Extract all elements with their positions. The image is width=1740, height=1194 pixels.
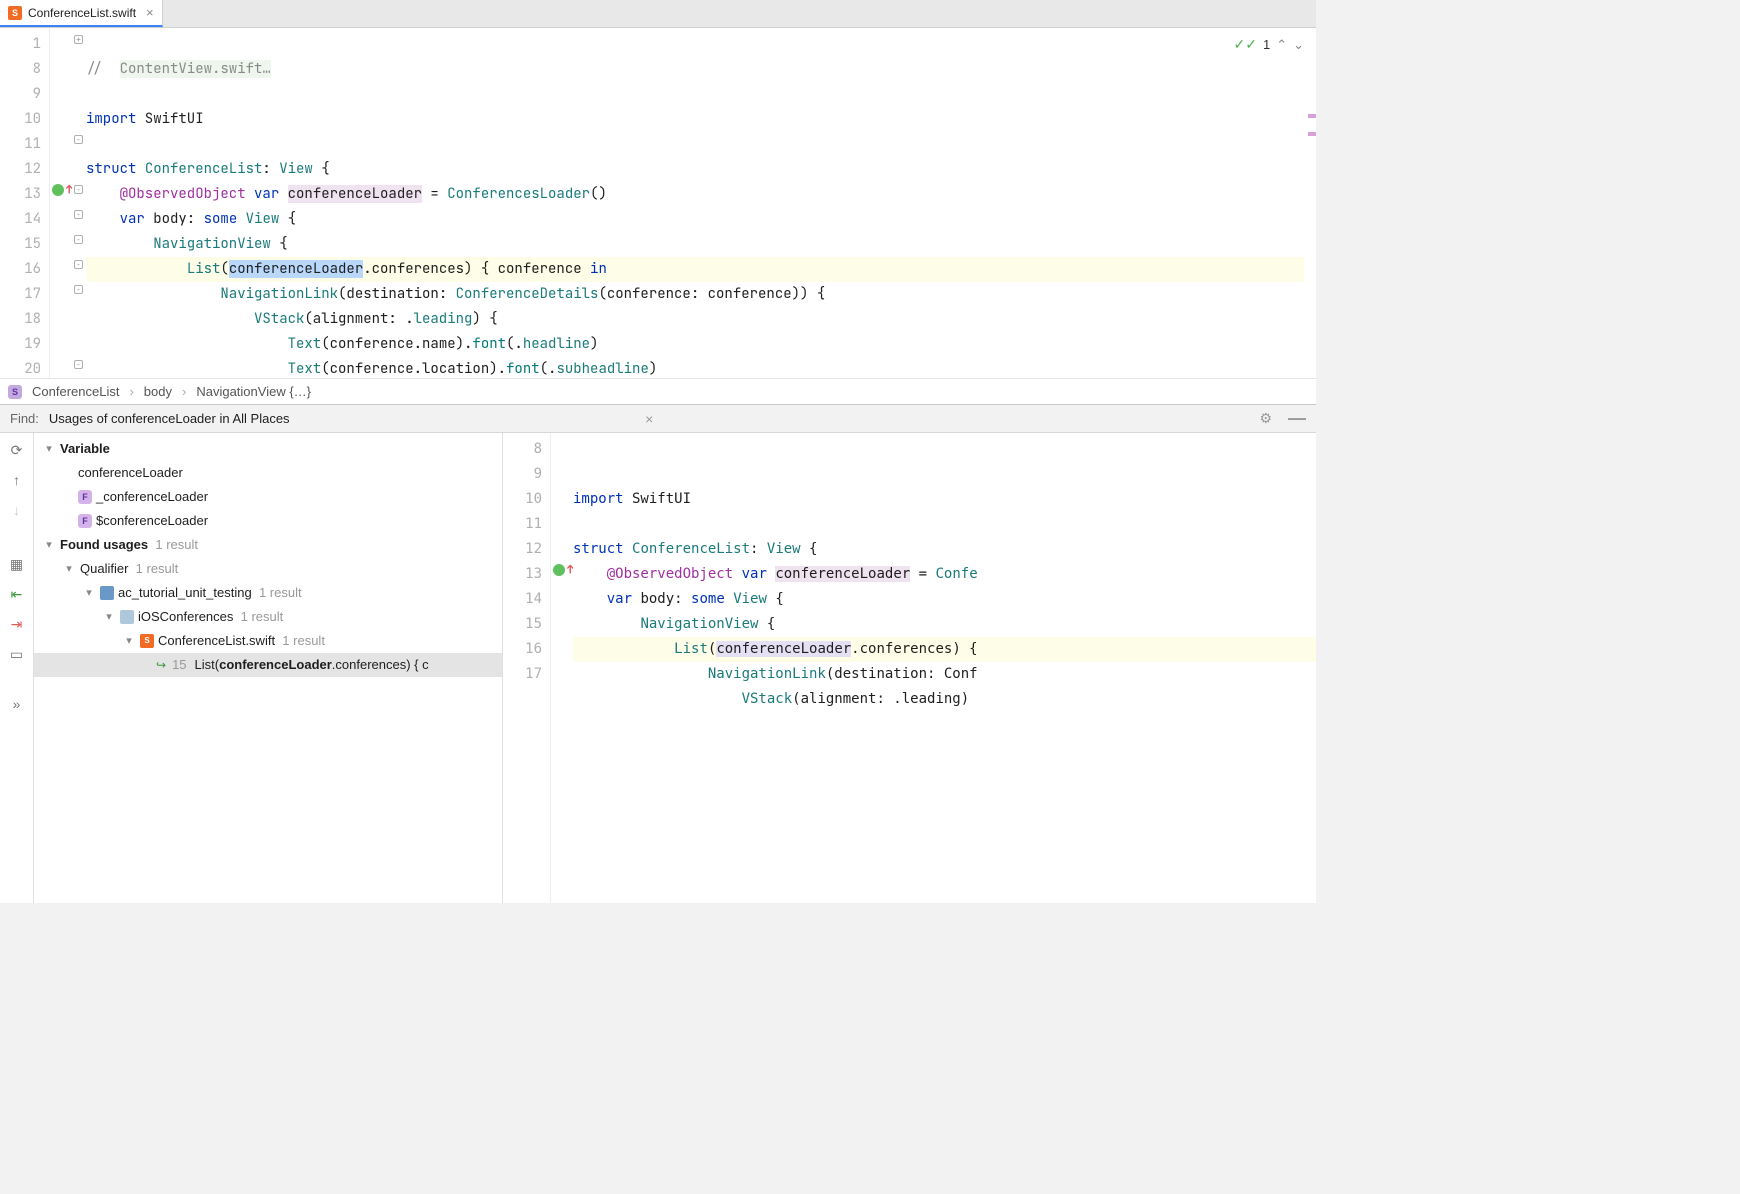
fold-icon[interactable]: + — [74, 35, 83, 44]
editor-tab-bar: S ConferenceList.swift × — [0, 0, 1316, 28]
tab-conferencelist[interactable]: S ConferenceList.swift × — [0, 0, 163, 27]
tree-node-file[interactable]: ▾ S ConferenceList.swift 1 result — [34, 629, 502, 653]
tab-filename: ConferenceList.swift — [28, 6, 136, 20]
gear-icon[interactable]: ⚙ — [1259, 410, 1272, 427]
main-editor[interactable]: 1891011121314151617181920 ➔ + - - - - - … — [0, 28, 1316, 378]
line-gutter: 1891011121314151617181920 — [0, 28, 50, 378]
export-icon[interactable]: ▭ — [8, 645, 26, 663]
stripe-marker[interactable] — [1308, 132, 1316, 136]
folder-icon — [120, 610, 134, 624]
chevron-down-icon[interactable]: ▾ — [122, 630, 136, 652]
crumb-body[interactable]: body — [144, 384, 172, 399]
override-up-icon[interactable]: ➔ — [563, 564, 577, 574]
tree-node-variable[interactable]: ▾ Variable — [34, 437, 502, 461]
breadcrumb: S ConferenceList › body › NavigationView… — [0, 378, 1316, 404]
fold-icon[interactable]: - — [74, 285, 83, 294]
jump-icon: ↪ — [156, 654, 166, 676]
find-toolbar: ⟳ ↑ ↓ ▦ ⇤ ⇥ ▭ » — [0, 433, 34, 903]
merge-left-icon[interactable]: ⇤ — [8, 585, 26, 603]
close-icon[interactable]: × — [146, 5, 154, 20]
inspection-count: 1 — [1263, 37, 1270, 52]
usages-tree[interactable]: ▾ Variable conferenceLoader F _conferenc… — [34, 433, 503, 903]
close-icon[interactable]: × — [645, 411, 653, 427]
chevron-icon: › — [129, 384, 133, 399]
chevron-down-icon[interactable]: ⌄ — [1293, 37, 1304, 53]
project-icon — [100, 586, 114, 600]
struct-icon: S — [8, 385, 22, 399]
chevron-down-icon[interactable]: ▾ — [42, 438, 56, 460]
tree-node-var-dollar[interactable]: F $conferenceLoader — [34, 509, 502, 533]
tree-node-usage-hit[interactable]: ↪ 15 List(conferenceLoader.conferences) … — [34, 653, 502, 677]
tree-node-project[interactable]: ▾ ac_tutorial_unit_testing 1 result — [34, 581, 502, 605]
arrow-down-icon[interactable]: ↓ — [8, 501, 26, 519]
tree-node-var-underscore[interactable]: F _conferenceLoader — [34, 485, 502, 509]
checkmark-icon: ✓✓ — [1233, 36, 1256, 53]
stripe-marker[interactable] — [1308, 114, 1316, 118]
group-icon[interactable]: ▦ — [8, 555, 26, 573]
merge-right-icon[interactable]: ⇥ — [8, 615, 26, 633]
more-icon[interactable]: » — [8, 695, 26, 713]
find-header: Find: Usages of conferenceLoader in All … — [0, 405, 1316, 433]
tree-node-qualifier[interactable]: ▾ Qualifier 1 result — [34, 557, 502, 581]
find-title: Usages of conferenceLoader in All Places — [49, 411, 635, 426]
fold-strip: + - - - - - - - — [72, 28, 86, 378]
preview-code[interactable]: import SwiftUI struct ConferenceList: Vi… — [573, 433, 1316, 903]
crumb-struct[interactable]: ConferenceList — [32, 384, 119, 399]
error-stripe[interactable] — [1304, 28, 1316, 378]
chevron-up-icon[interactable]: ⌃ — [1276, 37, 1287, 53]
swift-file-icon: S — [140, 634, 154, 648]
code-area[interactable]: // ContentView.swift… import SwiftUI str… — [86, 28, 1316, 378]
tree-node-var-plain[interactable]: conferenceLoader — [34, 461, 502, 485]
find-usages-panel: Find: Usages of conferenceLoader in All … — [0, 404, 1316, 903]
chevron-down-icon[interactable]: ▾ — [42, 534, 56, 556]
find-label: Find: — [10, 411, 39, 426]
field-icon: F — [78, 514, 92, 528]
chevron-down-icon[interactable]: ▾ — [82, 582, 96, 604]
inspection-widget[interactable]: ✓✓ 1 ⌃ ⌄ — [1233, 36, 1304, 53]
selected-symbol: conferenceLoader — [229, 260, 363, 278]
fold-icon[interactable]: - — [74, 235, 83, 244]
chevron-icon: › — [182, 384, 186, 399]
tree-node-found-usages[interactable]: ▾ Found usages 1 result — [34, 533, 502, 557]
fold-icon[interactable]: - — [74, 185, 83, 194]
chevron-down-icon[interactable]: ▾ — [102, 606, 116, 628]
crumb-nav[interactable]: NavigationView {…} — [196, 384, 311, 399]
minimize-icon[interactable]: — — [1288, 408, 1306, 429]
field-icon: F — [78, 490, 92, 504]
arrow-up-icon[interactable]: ↑ — [8, 471, 26, 489]
chevron-down-icon[interactable]: ▾ — [62, 558, 76, 580]
swift-file-icon: S — [8, 6, 22, 20]
preview-gutter: 891011121314151617 — [503, 433, 551, 903]
gutter-markers: ➔ — [50, 28, 72, 378]
fold-icon[interactable]: - — [74, 260, 83, 269]
preview-markers: ➔ — [551, 433, 573, 903]
fold-icon[interactable]: - — [74, 135, 83, 144]
rerun-icon[interactable]: ⟳ — [8, 441, 26, 459]
fold-icon[interactable]: - — [74, 210, 83, 219]
usage-preview-editor[interactable]: 891011121314151617 ➔ import SwiftUI stru… — [503, 433, 1316, 903]
tree-node-module[interactable]: ▾ iOSConferences 1 result — [34, 605, 502, 629]
fold-icon[interactable]: - — [74, 360, 83, 369]
